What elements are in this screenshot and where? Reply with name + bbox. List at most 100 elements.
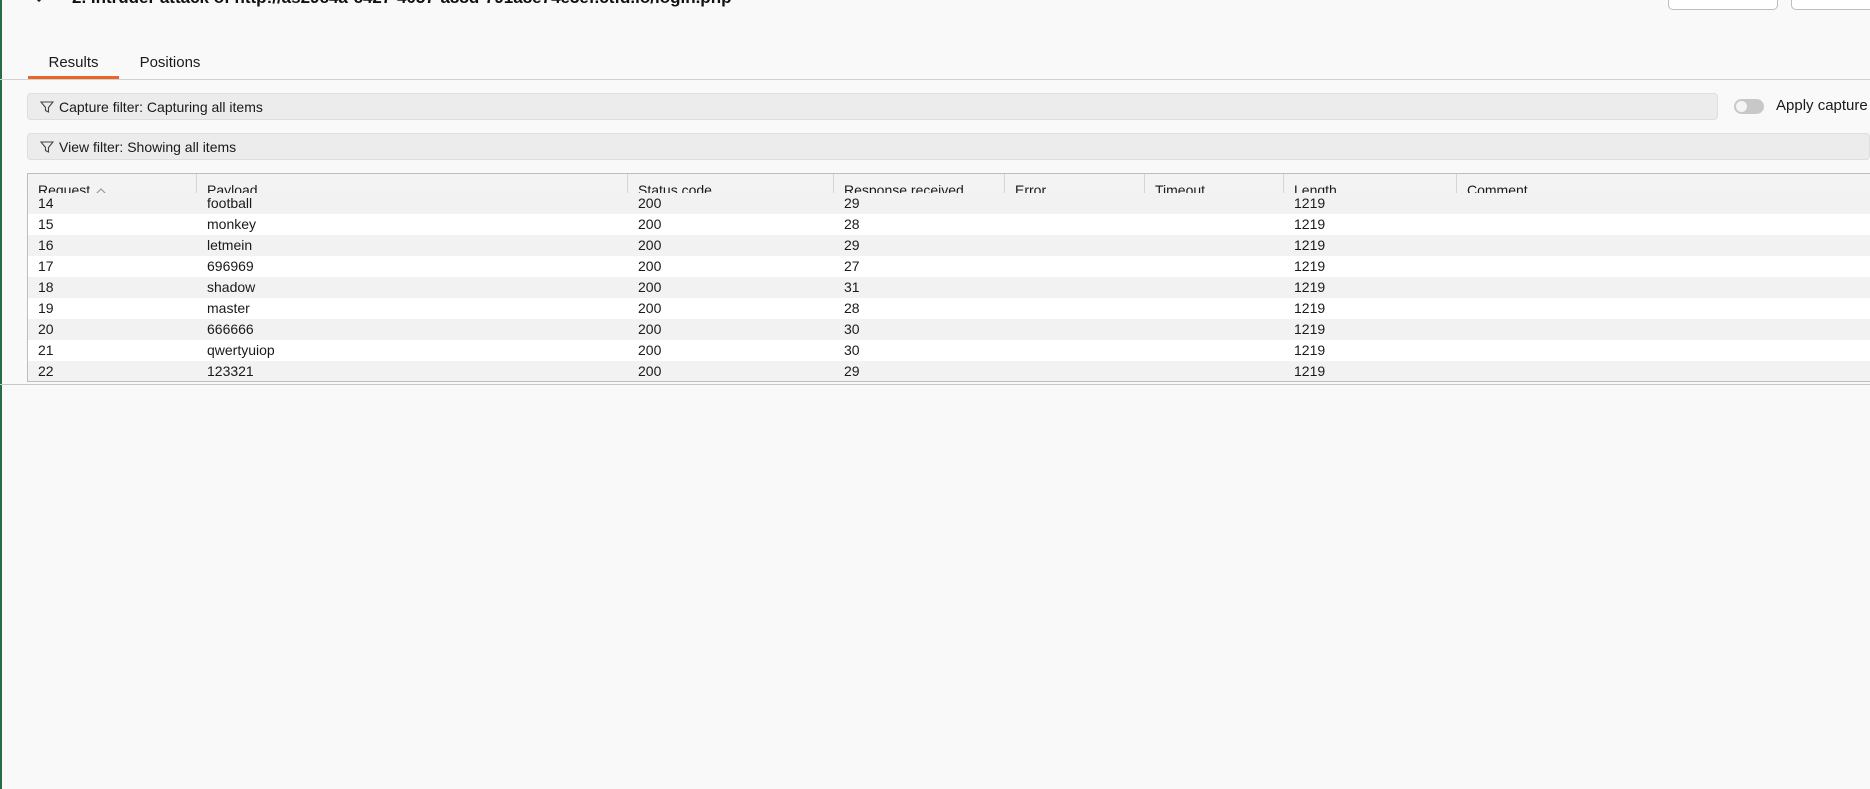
cell-received: 27 — [844, 258, 860, 274]
table-row[interactable]: 14 football 200 29 1219 — [28, 193, 1870, 214]
cell-length: 1219 — [1294, 258, 1326, 274]
table-row[interactable]: 19 master 200 28 1219 — [28, 298, 1870, 319]
cell-length: 1219 — [1294, 237, 1326, 253]
cell-length: 1219 — [1294, 342, 1326, 358]
cell-payload: letmein — [207, 237, 253, 253]
cell-length: 1219 — [1294, 216, 1326, 232]
cell-received: 28 — [844, 300, 860, 316]
cell-request: 17 — [38, 258, 54, 274]
capture-filter-label: Capture filter: Capturing all items — [59, 98, 263, 115]
cell-request: 15 — [38, 216, 54, 232]
cell-length: 1219 — [1294, 300, 1326, 316]
tabs-divider — [0, 79, 1870, 80]
cell-request: 19 — [38, 300, 54, 316]
cell-status: 200 — [638, 279, 662, 295]
cell-timeout — [1145, 361, 1284, 381]
table-row[interactable]: 18 shadow 200 31 1219 — [28, 277, 1870, 298]
cell-timeout — [1145, 319, 1284, 340]
cell-comment — [1457, 193, 1870, 214]
cell-payload: football — [207, 195, 253, 211]
cell-length: 1219 — [1294, 321, 1326, 337]
panel-divider — [0, 384, 1870, 385]
cell-timeout — [1145, 340, 1284, 361]
capture-filter-bar[interactable]: Capture filter: Capturing all items — [27, 93, 1718, 120]
cell-received: 30 — [844, 342, 860, 358]
cell-error — [1005, 193, 1145, 214]
cell-status: 200 — [638, 258, 662, 274]
cell-comment — [1457, 361, 1870, 381]
cell-comment — [1457, 340, 1870, 361]
cell-payload: shadow — [207, 279, 256, 295]
tab-results[interactable]: Results — [28, 48, 119, 78]
cell-length: 1219 — [1294, 195, 1326, 211]
cell-error — [1005, 277, 1145, 298]
cell-error — [1005, 319, 1145, 340]
cell-status: 200 — [638, 321, 662, 337]
table-row[interactable]: 17 696969 200 27 1219 — [28, 256, 1870, 277]
cell-error — [1005, 298, 1145, 319]
results-table: Request Payload Status code Response rec… — [27, 173, 1870, 382]
cell-comment — [1457, 214, 1870, 235]
cell-comment — [1457, 256, 1870, 277]
cell-request: 16 — [38, 237, 54, 253]
cell-timeout — [1145, 193, 1284, 214]
apply-capture-toggle[interactable] — [1734, 99, 1764, 114]
cell-timeout — [1145, 298, 1284, 319]
cell-status: 200 — [638, 195, 662, 211]
cell-payload: qwertyuiop — [207, 342, 275, 358]
save-button[interactable]: Save — [1791, 0, 1870, 10]
cell-received: 30 — [844, 321, 860, 337]
cell-timeout — [1145, 277, 1284, 298]
title-bar: 2. Intruder attack of http://as29c4a-c42… — [0, 0, 1870, 44]
cell-error — [1005, 361, 1145, 381]
window-title: 2. Intruder attack of http://as29c4a-c42… — [72, 0, 731, 8]
cell-request: 14 — [38, 195, 54, 211]
filter-icon — [40, 140, 54, 153]
cell-status: 200 — [638, 363, 662, 379]
cell-timeout — [1145, 214, 1284, 235]
target-icon — [36, 0, 42, 3]
table-row[interactable]: 16 letmein 200 29 1219 — [28, 235, 1870, 256]
cell-comment — [1457, 277, 1870, 298]
cell-received: 31 — [844, 279, 860, 295]
window-left-edge — [0, 0, 2, 789]
cell-payload: 666666 — [207, 321, 254, 337]
cell-received: 29 — [844, 195, 860, 211]
view-filter-label: View filter: Showing all items — [59, 138, 237, 155]
cell-error — [1005, 256, 1145, 277]
table-row[interactable]: 20 666666 200 30 1219 — [28, 319, 1870, 340]
cell-timeout — [1145, 235, 1284, 256]
cell-length: 1219 — [1294, 363, 1326, 379]
cell-payload: master — [207, 300, 250, 316]
cell-error — [1005, 235, 1145, 256]
table-row[interactable]: 15 monkey 200 28 1219 — [28, 214, 1870, 235]
table-row[interactable]: 21 qwertyuiop 200 30 1219 — [28, 340, 1870, 361]
cell-comment — [1457, 319, 1870, 340]
cell-request: 22 — [38, 363, 54, 379]
view-filter-bar[interactable]: View filter: Showing all items — [27, 133, 1870, 160]
cell-error — [1005, 214, 1145, 235]
cell-status: 200 — [638, 216, 662, 232]
cell-timeout — [1145, 256, 1284, 277]
cell-status: 200 — [638, 300, 662, 316]
table-row[interactable]: 22 123321 200 29 1219 — [28, 361, 1870, 381]
cell-comment — [1457, 298, 1870, 319]
cell-payload: monkey — [207, 216, 257, 232]
cell-status: 200 — [638, 342, 662, 358]
attack-button[interactable]: Attack — [1668, 0, 1778, 10]
cell-length: 1219 — [1294, 279, 1326, 295]
cell-received: 29 — [844, 363, 860, 379]
cell-payload: 696969 — [207, 258, 254, 274]
cell-comment — [1457, 235, 1870, 256]
cell-request: 21 — [38, 342, 54, 358]
cell-request: 20 — [38, 321, 54, 337]
cell-payload: 123321 — [207, 363, 254, 379]
cell-received: 28 — [844, 216, 860, 232]
apply-capture-label: Apply capture — [1776, 97, 1868, 114]
filter-icon — [40, 100, 54, 113]
cell-status: 200 — [638, 237, 662, 253]
cell-request: 18 — [38, 279, 54, 295]
cell-received: 29 — [844, 237, 860, 253]
cell-error — [1005, 340, 1145, 361]
tab-positions[interactable]: Positions — [138, 48, 202, 78]
